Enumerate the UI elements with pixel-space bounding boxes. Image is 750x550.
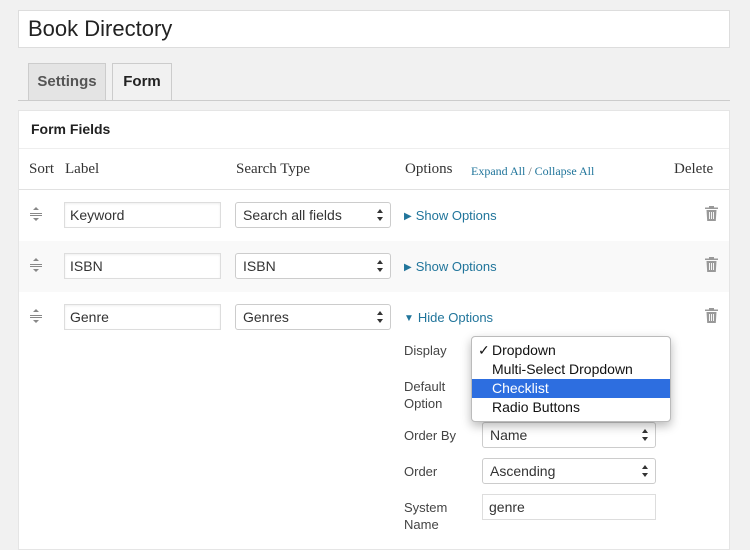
- option-label: Dropdown: [492, 342, 556, 358]
- display-label: Display: [404, 343, 447, 358]
- order-value: Ascending: [490, 463, 556, 479]
- search-type-select[interactable]: Search all fields: [235, 202, 391, 228]
- search-type-select[interactable]: ISBN: [235, 253, 391, 279]
- order-label: Order: [404, 464, 438, 479]
- trash-icon[interactable]: [705, 206, 718, 221]
- system-name-label-line2: Name: [404, 517, 439, 532]
- default-option-label-line2: Option: [404, 396, 443, 411]
- trash-icon[interactable]: [705, 257, 718, 272]
- order-select[interactable]: Ascending: [482, 458, 656, 484]
- field-label-input[interactable]: Keyword: [64, 202, 221, 228]
- system-name-label: System Name: [404, 499, 447, 533]
- system-name-label-line1: System: [404, 500, 448, 515]
- select-arrows-icon: [642, 429, 648, 441]
- collapse-all-link[interactable]: Collapse All: [535, 164, 595, 178]
- search-type-value: Search all fields: [243, 207, 342, 223]
- trash-icon[interactable]: [705, 308, 718, 323]
- table-row: Keyword Search all fields ▶ Show Options: [19, 190, 729, 241]
- toggle-label: Show Options: [415, 208, 497, 223]
- system-name-input[interactable]: genre: [482, 494, 656, 520]
- option-label: Multi-Select Dropdown: [492, 361, 633, 377]
- page-title-input[interactable]: Book Directory: [18, 10, 730, 48]
- search-type-value: ISBN: [243, 258, 276, 274]
- order-by-label: Order By: [404, 428, 457, 443]
- dropdown-option-radio-buttons[interactable]: Radio Buttons: [472, 398, 670, 417]
- dropdown-option-dropdown[interactable]: ✓ Dropdown: [472, 341, 670, 360]
- form-fields-panel: Form Fields Sort Label Search Type Optio…: [18, 110, 730, 550]
- table-row: ISBN ISBN ▶ Show Options: [19, 241, 729, 292]
- hide-options-link[interactable]: ▼ Hide Options: [404, 310, 493, 327]
- search-type-select[interactable]: Genres: [235, 304, 391, 330]
- option-label: Radio Buttons: [492, 399, 580, 415]
- dropdown-option-checklist[interactable]: Checklist: [472, 379, 670, 398]
- expand-collapse-links: Expand All / Collapse All: [471, 164, 594, 179]
- select-arrows-icon: [377, 209, 383, 221]
- show-options-link[interactable]: ▶ Show Options: [404, 259, 497, 276]
- expand-all-link[interactable]: Expand All: [471, 164, 525, 178]
- tab-settings[interactable]: Settings: [28, 63, 106, 101]
- column-header-options: Options: [405, 161, 453, 177]
- select-arrows-icon: [377, 311, 383, 323]
- display-dropdown-menu[interactable]: ✓ Dropdown Multi-Select Dropdown Checklis…: [471, 336, 671, 422]
- expand-triangle-icon: ▶: [404, 262, 412, 273]
- tabs-divider: [18, 100, 730, 101]
- drag-handle-icon[interactable]: [29, 309, 43, 323]
- column-header-search-type: Search Type: [236, 161, 311, 177]
- field-label-input[interactable]: Genre: [64, 304, 221, 330]
- column-header-label: Label: [65, 161, 100, 177]
- panel-title: Form Fields: [19, 111, 729, 149]
- order-by-value: Name: [490, 427, 528, 443]
- default-option-label-line1: Default: [404, 379, 446, 394]
- field-label-input[interactable]: ISBN: [64, 253, 221, 279]
- checkmark-icon: ✓: [478, 342, 490, 358]
- toggle-label: Show Options: [415, 259, 497, 274]
- order-by-select[interactable]: Name: [482, 422, 656, 448]
- select-arrows-icon: [377, 260, 383, 272]
- select-arrows-icon: [642, 465, 648, 477]
- drag-handle-icon[interactable]: [29, 258, 43, 272]
- toggle-label: Hide Options: [417, 310, 494, 325]
- search-type-value: Genres: [243, 309, 289, 325]
- default-option-label: Default Option: [404, 378, 445, 412]
- show-options-link[interactable]: ▶ Show Options: [404, 208, 497, 225]
- option-label: Checklist: [492, 380, 549, 396]
- link-separator: /: [525, 164, 535, 178]
- collapse-triangle-icon: ▼: [404, 313, 414, 324]
- tab-form[interactable]: Form: [112, 63, 172, 101]
- column-header-sort: Sort: [29, 161, 55, 177]
- drag-handle-icon[interactable]: [29, 207, 43, 221]
- dropdown-option-multi-select[interactable]: Multi-Select Dropdown: [472, 360, 670, 379]
- expand-triangle-icon: ▶: [404, 211, 412, 222]
- column-header-delete: Delete: [674, 161, 714, 177]
